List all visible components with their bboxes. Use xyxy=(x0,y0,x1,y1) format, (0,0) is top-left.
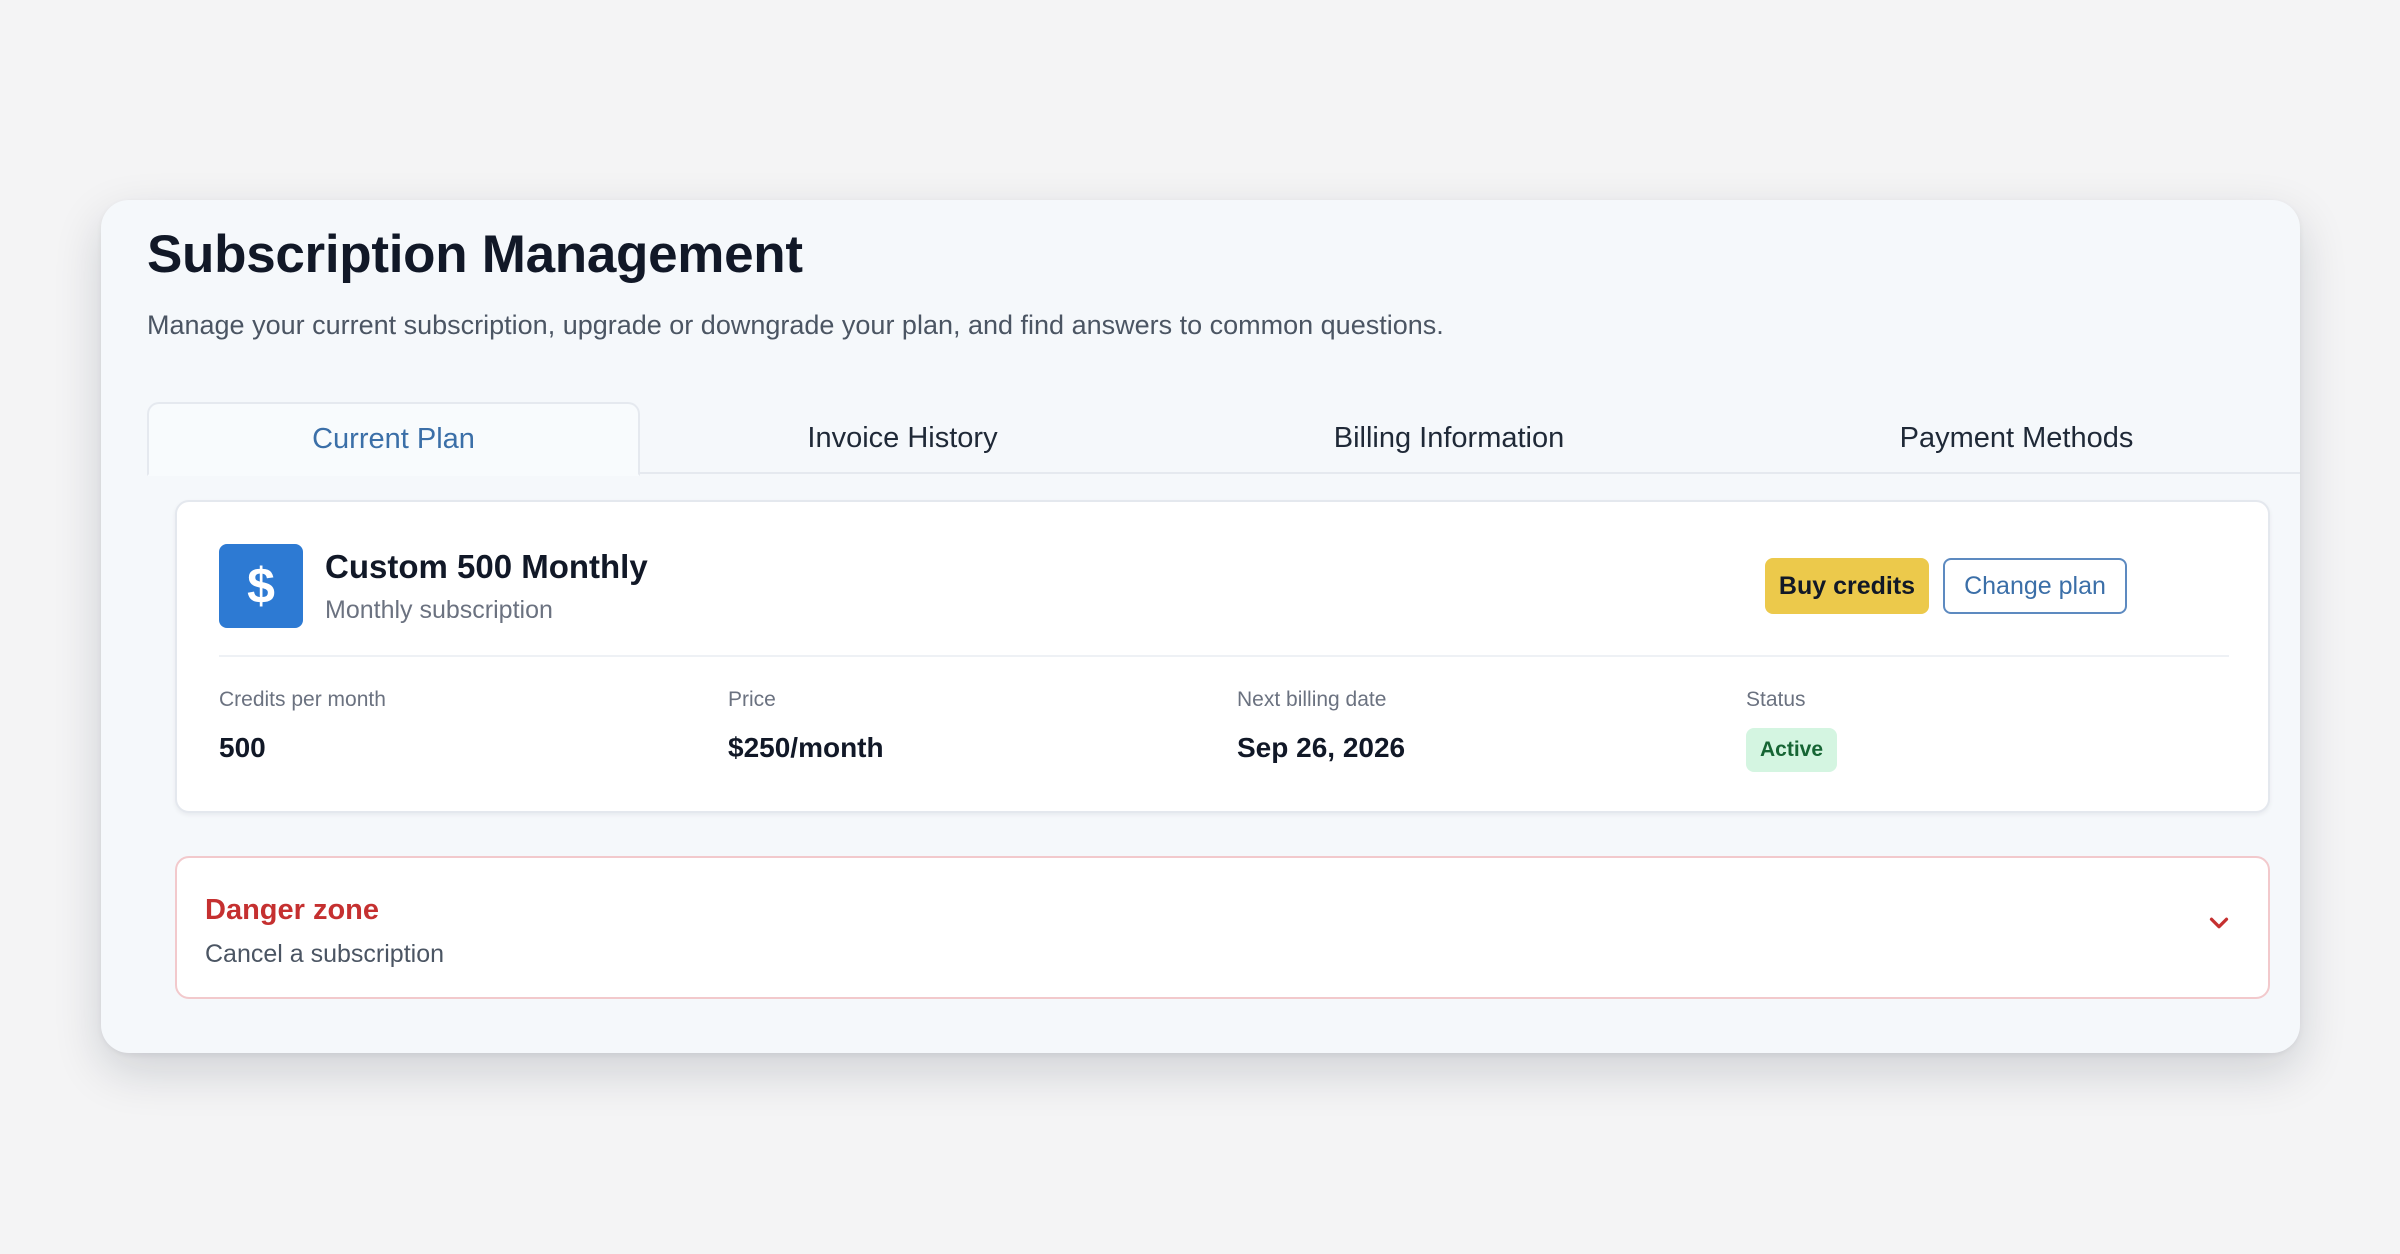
stat-credits-per-month: Credits per month 500 xyxy=(219,688,386,764)
tab-current-plan[interactable]: Current Plan xyxy=(147,402,640,476)
danger-zone-subtitle: Cancel a subscription xyxy=(205,940,445,968)
stat-label: Status xyxy=(1746,688,1806,711)
current-plan-panel: $ Custom 500 Monthly Monthly subscriptio… xyxy=(175,500,2270,813)
plan-type: Monthly subscription xyxy=(325,596,553,624)
tab-invoice-history[interactable]: Invoice History xyxy=(640,402,1165,474)
stat-price: Price $250/month xyxy=(728,688,884,764)
change-plan-button[interactable]: Change plan xyxy=(1943,558,2127,614)
divider xyxy=(219,655,2229,657)
plan-name: Custom 500 Monthly xyxy=(325,548,648,585)
tab-bar: Current Plan Invoice History Billing Inf… xyxy=(147,402,2300,476)
buy-credits-button[interactable]: Buy credits xyxy=(1765,558,1929,614)
dollar-icon: $ xyxy=(219,544,303,628)
stat-next-billing-date: Next billing date Sep 26, 2026 xyxy=(1237,688,1405,764)
stat-status: Status Active xyxy=(1746,688,1838,772)
page-subtitle: Manage your current subscription, upgrad… xyxy=(147,310,1444,340)
subscription-card: Subscription Management Manage your curr… xyxy=(101,200,2300,1053)
stat-value: 500 xyxy=(219,732,266,763)
danger-zone-title: Danger zone xyxy=(205,894,380,926)
status-badge: Active xyxy=(1746,728,1838,772)
danger-zone-panel[interactable]: Danger zone Cancel a subscription xyxy=(175,856,2270,999)
chevron-down-icon[interactable] xyxy=(2204,908,2234,938)
page-title: Subscription Management xyxy=(147,225,803,284)
tab-payment-methods[interactable]: Payment Methods xyxy=(1733,402,2300,474)
stat-value: $250/month xyxy=(728,732,884,763)
tab-billing-information[interactable]: Billing Information xyxy=(1165,402,1733,474)
stat-label: Credits per month xyxy=(219,688,386,711)
stat-label: Price xyxy=(728,688,776,711)
stat-value: Sep 26, 2026 xyxy=(1237,732,1406,763)
stat-label: Next billing date xyxy=(1237,688,1387,711)
